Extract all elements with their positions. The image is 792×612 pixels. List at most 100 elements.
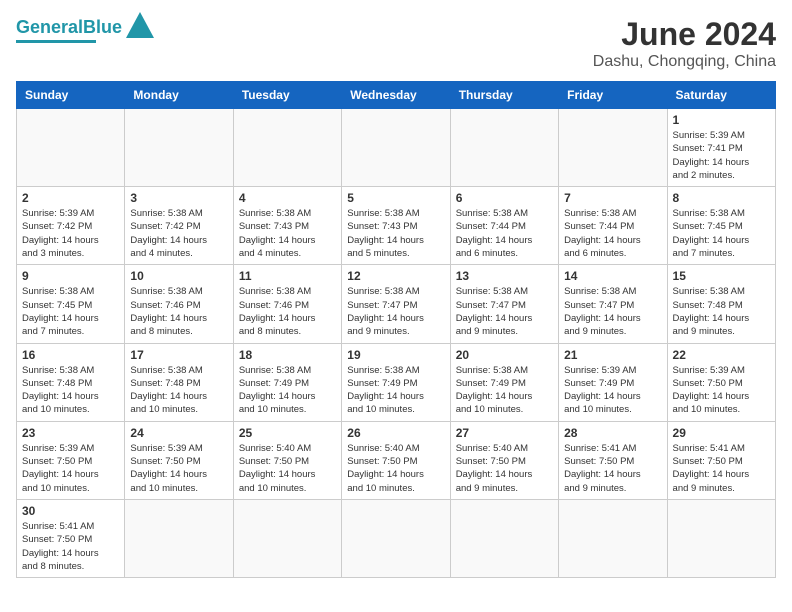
day-cell: 10Sunrise: 5:38 AM Sunset: 7:46 PM Dayli…: [125, 265, 233, 343]
day-cell: 9 Sunrise: 5:38 AM Sunset: 7:45 PM Daylig…: [17, 265, 125, 343]
day-info: Sunrise: 5:40 AM Sunset: 7:50 PM Dayligh…: [347, 442, 444, 495]
day-cell: [125, 499, 233, 577]
day-cell: 25Sunrise: 5:40 AM Sunset: 7:50 PM Dayli…: [233, 421, 341, 499]
day-cell: [233, 499, 341, 577]
day-number: 6: [456, 191, 553, 205]
day-info: Sunrise: 5:41 AM Sunset: 7:50 PM Dayligh…: [564, 442, 661, 495]
day-info: Sunrise: 5:38 AM Sunset: 7:45 PM Dayligh…: [22, 285, 119, 338]
day-header-saturday: Saturday: [667, 82, 775, 109]
day-cell: [17, 109, 125, 187]
day-info: Sunrise: 5:39 AM Sunset: 7:50 PM Dayligh…: [673, 364, 770, 417]
day-cell: 21 Sunrise: 5:39 AM Sunset: 7:49 PM Dayli…: [559, 343, 667, 421]
day-cell: 24 Sunrise: 5:39 AM Sunset: 7:50 PM Dayli…: [125, 421, 233, 499]
day-number: 24: [130, 426, 227, 440]
day-cell: 16Sunrise: 5:38 AM Sunset: 7:48 PM Dayli…: [17, 343, 125, 421]
day-info: Sunrise: 5:38 AM Sunset: 7:43 PM Dayligh…: [347, 207, 444, 260]
day-number: 23: [22, 426, 119, 440]
day-cell: 30 Sunrise: 5:41 AM Sunset: 7:50 PM Dayli…: [17, 499, 125, 577]
logo-underline: [16, 40, 96, 43]
logo-text: GeneralBlue: [16, 17, 122, 38]
day-info: Sunrise: 5:41 AM Sunset: 7:50 PM Dayligh…: [22, 520, 119, 573]
day-cell: 6 Sunrise: 5:38 AM Sunset: 7:44 PM Daylig…: [450, 187, 558, 265]
day-info: Sunrise: 5:38 AM Sunset: 7:45 PM Dayligh…: [673, 207, 770, 260]
day-number: 8: [673, 191, 770, 205]
day-info: Sunrise: 5:38 AM Sunset: 7:48 PM Dayligh…: [673, 285, 770, 338]
day-info: Sunrise: 5:38 AM Sunset: 7:49 PM Dayligh…: [456, 364, 553, 417]
day-number: 7: [564, 191, 661, 205]
day-cell: [559, 499, 667, 577]
day-info: Sunrise: 5:41 AM Sunset: 7:50 PM Dayligh…: [673, 442, 770, 495]
day-cell: 29 Sunrise: 5:41 AM Sunset: 7:50 PM Dayli…: [667, 421, 775, 499]
day-info: Sunrise: 5:38 AM Sunset: 7:46 PM Dayligh…: [239, 285, 336, 338]
day-info: Sunrise: 5:39 AM Sunset: 7:41 PM Dayligh…: [673, 129, 770, 182]
day-info: Sunrise: 5:38 AM Sunset: 7:49 PM Dayligh…: [347, 364, 444, 417]
day-info: Sunrise: 5:38 AM Sunset: 7:43 PM Dayligh…: [239, 207, 336, 260]
day-cell: [667, 499, 775, 577]
day-number: 4: [239, 191, 336, 205]
day-header-sunday: Sunday: [17, 82, 125, 109]
day-cell: 28Sunrise: 5:41 AM Sunset: 7:50 PM Dayli…: [559, 421, 667, 499]
day-cell: 23 Sunrise: 5:39 AM Sunset: 7:50 PM Dayli…: [17, 421, 125, 499]
day-cell: 14 Sunrise: 5:38 AM Sunset: 7:47 PM Dayli…: [559, 265, 667, 343]
day-number: 16: [22, 348, 119, 362]
day-number: 25: [239, 426, 336, 440]
day-info: Sunrise: 5:39 AM Sunset: 7:49 PM Dayligh…: [564, 364, 661, 417]
day-cell: 2 Sunrise: 5:39 AM Sunset: 7:42 PM Daylig…: [17, 187, 125, 265]
day-info: Sunrise: 5:38 AM Sunset: 7:44 PM Dayligh…: [564, 207, 661, 260]
day-cell: 20Sunrise: 5:38 AM Sunset: 7:49 PM Dayli…: [450, 343, 558, 421]
week-row-5: 23 Sunrise: 5:39 AM Sunset: 7:50 PM Dayli…: [17, 421, 776, 499]
logo-general: General: [16, 17, 83, 37]
day-cell: 27Sunrise: 5:40 AM Sunset: 7:50 PM Dayli…: [450, 421, 558, 499]
month-title: June 2024: [593, 16, 776, 53]
day-info: Sunrise: 5:38 AM Sunset: 7:44 PM Dayligh…: [456, 207, 553, 260]
day-cell: 11 Sunrise: 5:38 AM Sunset: 7:46 PM Dayli…: [233, 265, 341, 343]
day-header-friday: Friday: [559, 82, 667, 109]
logo-blue: Blue: [83, 17, 122, 37]
day-header-wednesday: Wednesday: [342, 82, 450, 109]
day-number: 22: [673, 348, 770, 362]
day-number: 11: [239, 269, 336, 283]
day-cell: 22 Sunrise: 5:39 AM Sunset: 7:50 PM Dayli…: [667, 343, 775, 421]
day-info: Sunrise: 5:38 AM Sunset: 7:47 PM Dayligh…: [456, 285, 553, 338]
day-header-thursday: Thursday: [450, 82, 558, 109]
day-cell: 8 Sunrise: 5:38 AM Sunset: 7:45 PM Daylig…: [667, 187, 775, 265]
header-row: SundayMondayTuesdayWednesdayThursdayFrid…: [17, 82, 776, 109]
calendar-body: 1 Sunrise: 5:39 AM Sunset: 7:41 PM Daylig…: [17, 109, 776, 578]
day-number: 5: [347, 191, 444, 205]
day-info: Sunrise: 5:38 AM Sunset: 7:47 PM Dayligh…: [347, 285, 444, 338]
day-number: 1: [673, 113, 770, 127]
logo: GeneralBlue: [16, 16, 154, 43]
logo-icon: [126, 12, 154, 38]
day-cell: 17Sunrise: 5:38 AM Sunset: 7:48 PM Dayli…: [125, 343, 233, 421]
day-number: 12: [347, 269, 444, 283]
day-number: 2: [22, 191, 119, 205]
day-cell: 5 Sunrise: 5:38 AM Sunset: 7:43 PM Daylig…: [342, 187, 450, 265]
day-number: 10: [130, 269, 227, 283]
day-number: 29: [673, 426, 770, 440]
day-number: 19: [347, 348, 444, 362]
title-area: June 2024 Dashu, Chongqing, China: [593, 16, 776, 71]
day-cell: 18Sunrise: 5:38 AM Sunset: 7:49 PM Dayli…: [233, 343, 341, 421]
day-header-monday: Monday: [125, 82, 233, 109]
day-number: 3: [130, 191, 227, 205]
day-number: 18: [239, 348, 336, 362]
day-cell: [342, 109, 450, 187]
day-number: 9: [22, 269, 119, 283]
day-number: 30: [22, 504, 119, 518]
day-info: Sunrise: 5:38 AM Sunset: 7:48 PM Dayligh…: [130, 364, 227, 417]
day-number: 14: [564, 269, 661, 283]
day-number: 21: [564, 348, 661, 362]
day-cell: 15Sunrise: 5:38 AM Sunset: 7:48 PM Dayli…: [667, 265, 775, 343]
day-info: Sunrise: 5:39 AM Sunset: 7:50 PM Dayligh…: [22, 442, 119, 495]
day-cell: 1 Sunrise: 5:39 AM Sunset: 7:41 PM Daylig…: [667, 109, 775, 187]
day-info: Sunrise: 5:38 AM Sunset: 7:47 PM Dayligh…: [564, 285, 661, 338]
day-cell: 3Sunrise: 5:38 AM Sunset: 7:42 PM Daylig…: [125, 187, 233, 265]
day-info: Sunrise: 5:39 AM Sunset: 7:42 PM Dayligh…: [22, 207, 119, 260]
day-info: Sunrise: 5:39 AM Sunset: 7:50 PM Dayligh…: [130, 442, 227, 495]
day-info: Sunrise: 5:40 AM Sunset: 7:50 PM Dayligh…: [456, 442, 553, 495]
day-cell: 4 Sunrise: 5:38 AM Sunset: 7:43 PM Daylig…: [233, 187, 341, 265]
day-cell: [125, 109, 233, 187]
day-cell: 7 Sunrise: 5:38 AM Sunset: 7:44 PM Daylig…: [559, 187, 667, 265]
week-row-2: 2 Sunrise: 5:39 AM Sunset: 7:42 PM Daylig…: [17, 187, 776, 265]
week-row-3: 9 Sunrise: 5:38 AM Sunset: 7:45 PM Daylig…: [17, 265, 776, 343]
